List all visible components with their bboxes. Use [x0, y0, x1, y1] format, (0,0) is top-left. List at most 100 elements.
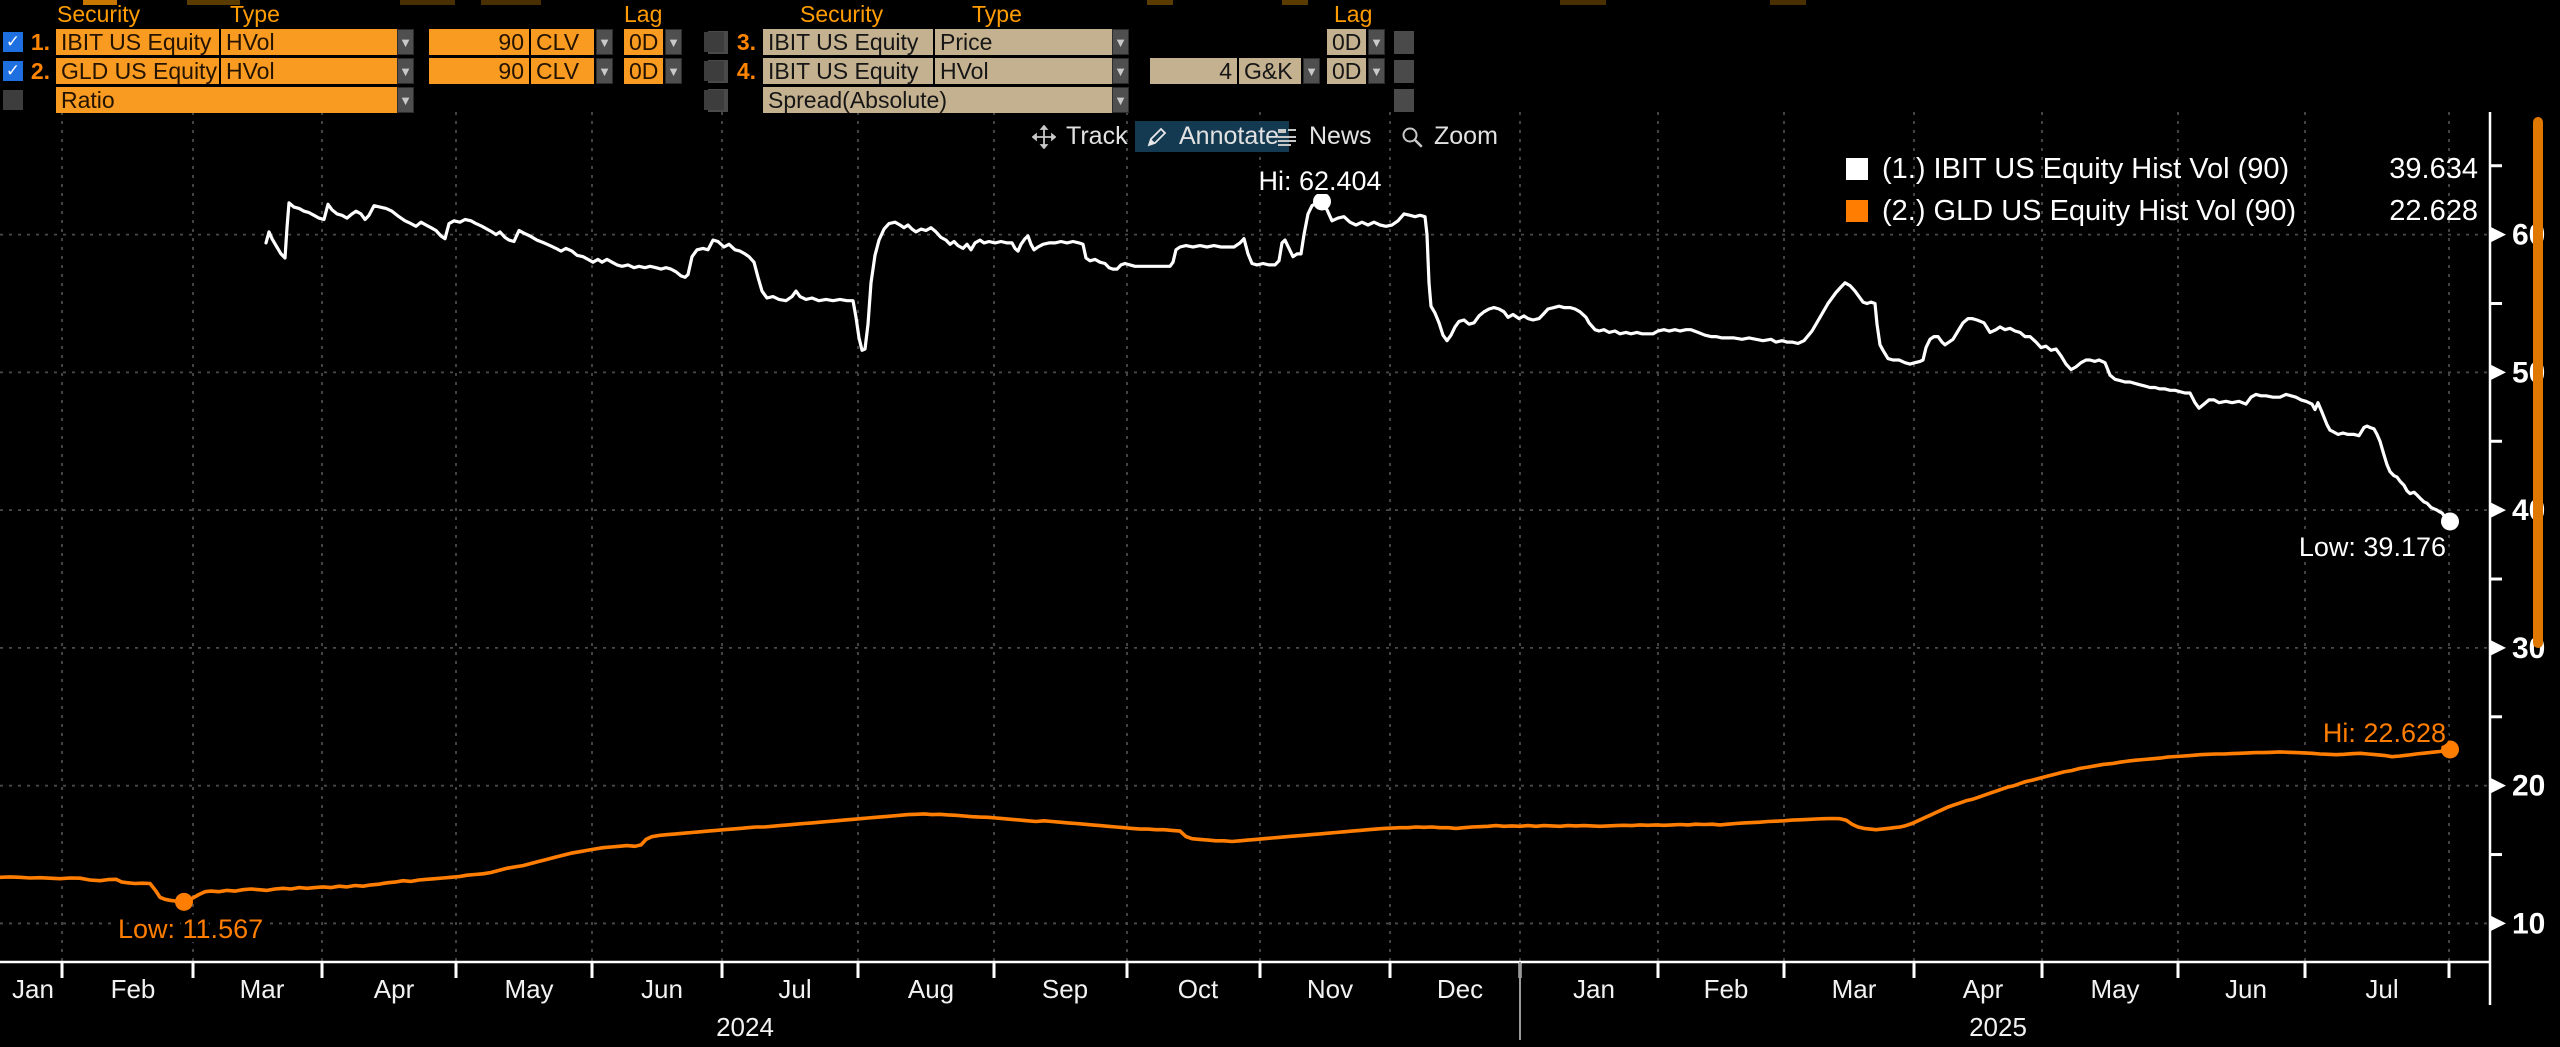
track-crosshair-icon: [1032, 125, 1056, 149]
legend-item-ibit[interactable]: (1.) IBIT US Equity Hist Vol (90) 39.634: [1846, 152, 2478, 186]
column-header-lag: Lag: [624, 1, 662, 28]
series4-type-dropdown[interactable]: HVol: [935, 58, 1112, 84]
series1-type-dropdown-arrow-icon[interactable]: ▼: [397, 29, 414, 55]
series1-type-dropdown[interactable]: HVol: [221, 29, 397, 55]
x-axis-month-label: Mar: [1832, 974, 1877, 1004]
series2-calc-dropdown-arrow-icon[interactable]: ▼: [596, 58, 613, 84]
x-axis-month-label: Jan: [12, 974, 54, 1004]
series-marker-dot: [175, 893, 193, 911]
track-button-label: Track: [1066, 122, 1128, 151]
hi-low-annotation: Hi: 62.404: [1258, 166, 1381, 196]
series4-lag-field[interactable]: 0D: [1327, 58, 1366, 84]
y-axis-scrollbar[interactable]: [2533, 117, 2543, 648]
legend-swatch-orange: [1846, 200, 1868, 222]
x-axis-month-label: Feb: [1704, 974, 1749, 1004]
x-axis: JanFebMarAprMayJunJulAugSepOctNovDecJanF…: [12, 962, 2449, 1042]
column-header-security: Security: [57, 1, 140, 28]
column-header-security: Security: [800, 1, 883, 28]
series3-security-field[interactable]: IBIT US Equity: [763, 29, 933, 55]
legend-label: (1.) IBIT US Equity Hist Vol (90): [1882, 153, 2289, 186]
x-axis-month-label: Jul: [2365, 974, 2398, 1004]
left-mode-checkbox[interactable]: [3, 90, 23, 110]
right-mode-options-button[interactable]: [1394, 89, 1414, 112]
series2-type-dropdown[interactable]: HVol: [221, 58, 397, 84]
y-axis-tick-label: 10: [2512, 907, 2545, 940]
y-axis-tick-label: 20: [2512, 770, 2545, 803]
series3-type-dropdown-arrow-icon[interactable]: ▼: [1112, 29, 1129, 55]
legend-last-value: 39.634: [2389, 153, 2478, 186]
series1-window-field[interactable]: 90: [429, 29, 529, 55]
hi-low-annotation: Low: 11.567: [118, 914, 263, 944]
series2-lag-dropdown-arrow-icon[interactable]: ▼: [665, 58, 682, 84]
legend-label: (2.) GLD US Equity Hist Vol (90): [1882, 195, 2296, 228]
left-mode-dropdown-arrow-icon[interactable]: ▼: [397, 87, 414, 113]
series2-security-field[interactable]: GLD US Equity: [56, 58, 219, 84]
series1-checkbox[interactable]: ✓: [3, 32, 23, 52]
x-axis-month-label: Jun: [641, 974, 683, 1004]
x-axis-month-label: Feb: [111, 974, 156, 1004]
news-button-label: News: [1309, 122, 1372, 151]
series3-lag-field[interactable]: 0D: [1327, 29, 1366, 55]
window-edge-fragment: [1560, 0, 1606, 5]
column-header-type: Type: [230, 1, 280, 28]
x-axis-month-label: May: [2090, 974, 2139, 1004]
series2-lag-field[interactable]: 0D: [624, 58, 663, 84]
news-list-icon: [1275, 125, 1299, 149]
x-axis-month-label: Aug: [908, 974, 954, 1004]
series3-options-button[interactable]: [1394, 31, 1414, 54]
window-edge-fragment: [1282, 0, 1308, 5]
series1-lag-field[interactable]: 0D: [624, 29, 663, 55]
track-button[interactable]: Track: [1022, 121, 1138, 152]
series2-window-field[interactable]: 90: [429, 58, 529, 84]
window-edge-fragment: [400, 0, 455, 5]
series3-checkbox[interactable]: [704, 32, 724, 52]
series3-lag-dropdown-arrow-icon[interactable]: ▼: [1368, 29, 1385, 55]
zoom-button[interactable]: Zoom: [1390, 121, 1508, 152]
series3-type-dropdown[interactable]: Price: [935, 29, 1112, 55]
hi-low-annotation: Low: 39.176: [2299, 532, 2446, 562]
column-header-lag: Lag: [1334, 1, 1372, 28]
series4-type-dropdown-arrow-icon[interactable]: ▼: [1112, 58, 1129, 84]
x-axis-month-label: Mar: [240, 974, 285, 1004]
news-button[interactable]: News: [1265, 121, 1382, 152]
zoom-button-label: Zoom: [1434, 122, 1498, 151]
series2-index: 2.: [22, 58, 50, 84]
series-marker-dot: [2441, 512, 2459, 530]
column-header-type: Type: [972, 1, 1022, 28]
zoom-magnifier-icon: [1400, 125, 1424, 149]
x-axis-month-label: Jan: [1573, 974, 1615, 1004]
bloomberg-hvg-chart-window: JanFebMarAprMayJunJulAugSepOctNovDecJanF…: [0, 0, 2560, 1047]
series4-options-button[interactable]: [1394, 60, 1414, 83]
series4-index: 4.: [726, 58, 756, 84]
series1-calc-dropdown-arrow-icon[interactable]: ▼: [596, 29, 613, 55]
legend-last-value: 22.628: [2389, 195, 2478, 228]
series4-calc-field[interactable]: G&K: [1239, 58, 1301, 84]
x-axis-month-label: Nov: [1307, 974, 1353, 1004]
series4-calc-dropdown-arrow-icon[interactable]: ▼: [1303, 58, 1320, 84]
series1-calc-field[interactable]: CLV: [531, 29, 594, 55]
series2-type-dropdown-arrow-icon[interactable]: ▼: [397, 58, 414, 84]
x-axis-month-label: Jun: [2225, 974, 2267, 1004]
series2-calc-field[interactable]: CLV: [531, 58, 594, 84]
x-axis-month-label: Jul: [778, 974, 811, 1004]
series-line-gld: [0, 750, 2450, 902]
series4-checkbox[interactable]: [704, 61, 724, 81]
x-axis-month-label: Apr: [1963, 974, 2004, 1004]
series2-checkbox[interactable]: ✓: [3, 61, 23, 81]
x-axis-month-label: Apr: [374, 974, 415, 1004]
series4-window-field[interactable]: 4: [1150, 58, 1237, 84]
right-mode-dropdown-arrow-icon[interactable]: ▼: [1112, 87, 1129, 113]
series1-security-field[interactable]: IBIT US Equity: [56, 29, 219, 55]
right-mode-dropdown[interactable]: Spread(Absolute): [763, 87, 1112, 113]
series4-security-field[interactable]: IBIT US Equity: [763, 58, 933, 84]
x-axis-year-label: 2025: [1969, 1012, 2027, 1042]
legend-item-gld[interactable]: (2.) GLD US Equity Hist Vol (90) 22.628: [1846, 194, 2478, 228]
left-mode-dropdown[interactable]: Ratio: [56, 87, 397, 113]
x-axis-month-label: Dec: [1437, 974, 1483, 1004]
series1-lag-dropdown-arrow-icon[interactable]: ▼: [665, 29, 682, 55]
legend-swatch-white: [1846, 158, 1868, 180]
window-edge-fragment: [1770, 0, 1806, 5]
right-mode-checkbox[interactable]: [704, 90, 724, 110]
series4-lag-dropdown-arrow-icon[interactable]: ▼: [1368, 58, 1385, 84]
annotate-pencil-icon: [1145, 125, 1169, 149]
